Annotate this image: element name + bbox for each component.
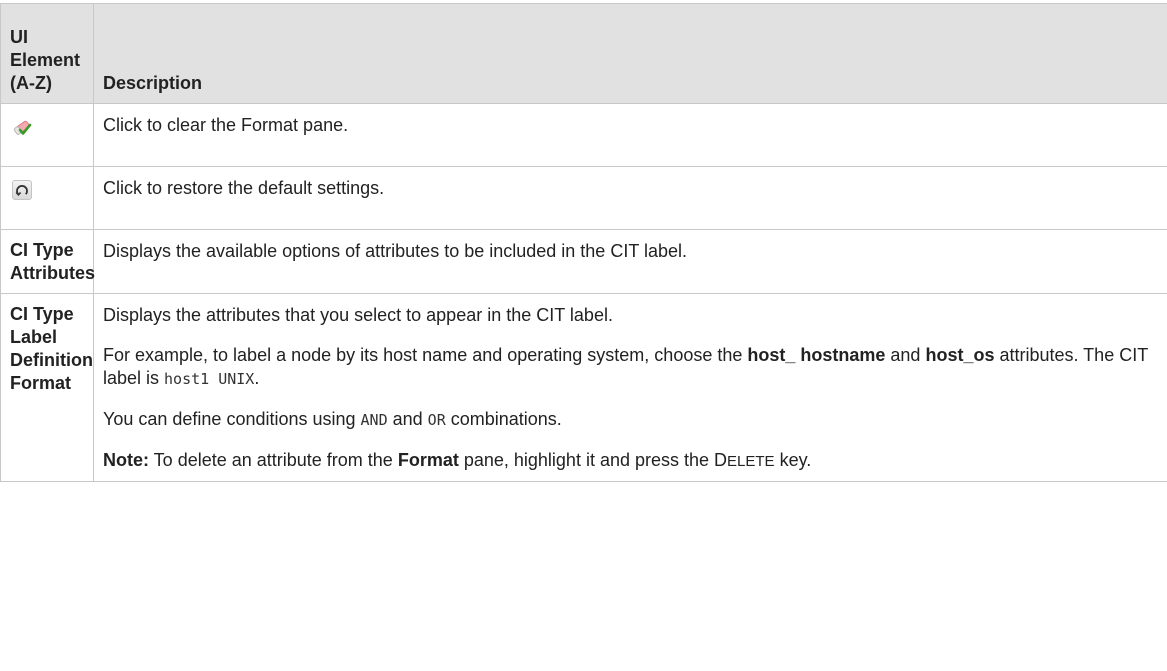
restore-default-icon (12, 180, 32, 200)
row-description: Click to clear the Format pane. (94, 104, 1167, 167)
code-and: AND (361, 411, 388, 429)
text: pane, highlight it and press the (459, 450, 714, 470)
attr-host-os: host_os (925, 345, 994, 365)
row-description: Displays the available options of attrib… (94, 230, 1167, 294)
header-ui-line-2: Element (10, 50, 80, 70)
note-label: Note: (103, 450, 149, 470)
code-sample: host1 UNIX (164, 370, 254, 388)
text: and (885, 345, 925, 365)
text: and (388, 409, 428, 429)
text: You can define conditions using (103, 409, 361, 429)
text: . (254, 368, 259, 388)
text: To delete an attribute from the (149, 450, 398, 470)
description-paragraph: Note: To delete an attribute from the Fo… (103, 449, 1157, 473)
header-ui-line-1: UI (10, 27, 28, 47)
code-or: OR (428, 411, 446, 429)
name-line: Definition (10, 350, 93, 370)
row-icon-cell (1, 167, 94, 230)
table-row: CI Type Label Definition Format Displays… (1, 294, 1167, 482)
row-icon-cell (1, 104, 94, 167)
row-name-ci-type-attributes: CI Type Attributes (1, 230, 94, 294)
ui-elements-table: UI Element (A-Z) Description (0, 3, 1167, 482)
key-name-rest: ELETE (727, 453, 775, 470)
row-description: Displays the attributes that you select … (94, 294, 1167, 482)
name-line: Format (10, 373, 71, 393)
row-description: Click to restore the default settings. (94, 167, 1167, 230)
description-paragraph: You can define conditions using AND and … (103, 408, 1157, 432)
name-line: Attributes (10, 263, 95, 283)
attr-host-hostname: host_ hostname (747, 345, 885, 365)
table-row: Click to clear the Format pane. (1, 104, 1167, 167)
name-line: CI Type (10, 304, 74, 324)
format-label: Format (398, 450, 459, 470)
header-ui-line-3: (A-Z) (10, 73, 52, 93)
header-ui-element: UI Element (A-Z) (1, 4, 94, 104)
text: combinations. (446, 409, 562, 429)
key-name-initial: D (714, 450, 727, 470)
name-line: Label (10, 327, 57, 347)
description-paragraph: For example, to label a node by its host… (103, 344, 1157, 391)
table-row: Click to restore the default settings. (1, 167, 1167, 230)
clear-format-icon (12, 117, 32, 137)
table-row: CI Type Attributes Displays the availabl… (1, 230, 1167, 294)
name-line: CI Type (10, 240, 74, 260)
table-header-row: UI Element (A-Z) Description (1, 4, 1167, 104)
description-paragraph: Displays the attributes that you select … (103, 304, 1157, 327)
row-name-ci-type-label-definition-format: CI Type Label Definition Format (1, 294, 94, 482)
text: For example, to label a node by its host… (103, 345, 747, 365)
header-description: Description (94, 4, 1167, 104)
text: key. (775, 450, 812, 470)
